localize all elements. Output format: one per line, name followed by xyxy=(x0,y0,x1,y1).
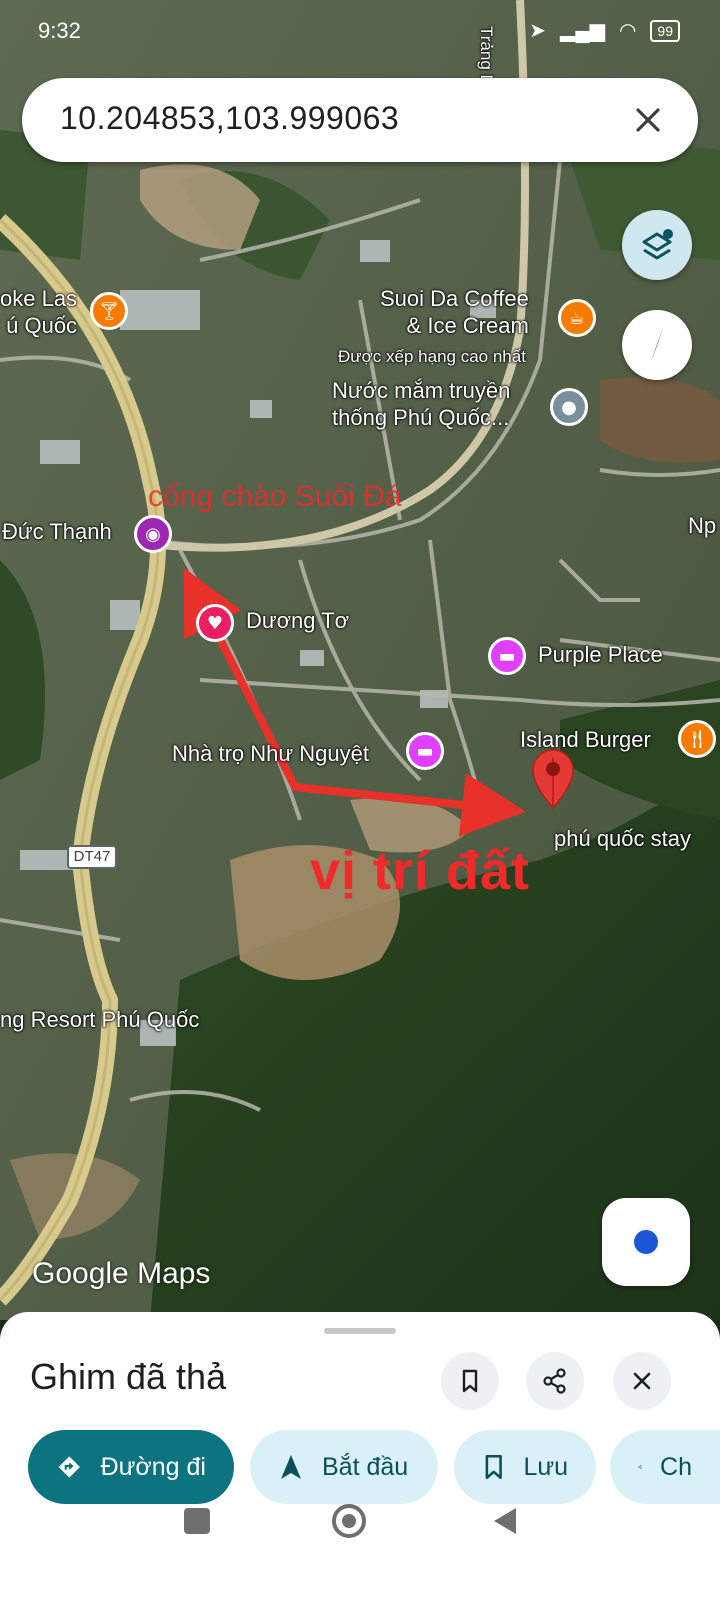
poi-rating-badge: Được xếp hạng cao nhất xyxy=(338,347,526,366)
bed-icon[interactable]: ▬ xyxy=(488,637,526,675)
close-icon xyxy=(633,1372,651,1390)
cocktail-icon[interactable]: 🍸︎ xyxy=(90,292,128,330)
share-label: Ch xyxy=(660,1452,692,1481)
annotation-gate-label: cổng chào Suối Đá xyxy=(148,480,402,513)
my-location-button[interactable] xyxy=(602,1198,690,1286)
poi-phu-quoc-stay-label[interactable]: phú quốc stay xyxy=(554,825,691,852)
directions-icon xyxy=(58,1456,80,1478)
place-icon[interactable]: ● xyxy=(550,388,588,426)
heart-icon[interactable]: ♥ xyxy=(196,604,234,642)
share-round-button[interactable] xyxy=(526,1352,584,1410)
bed-icon[interactable]: ▬ xyxy=(406,732,444,770)
save-button[interactable]: Lưu xyxy=(454,1430,596,1504)
layers-button[interactable] xyxy=(622,210,692,280)
home-circle-icon xyxy=(332,1504,366,1538)
poi-island-burger-label[interactable]: Island Burger xyxy=(520,726,651,753)
back-triangle-icon xyxy=(494,1508,516,1534)
directions-button[interactable]: Đường đi xyxy=(28,1430,234,1504)
square-icon xyxy=(184,1508,210,1534)
annotation-land-label: vị trí đất xyxy=(310,841,531,901)
navigation-icon xyxy=(281,1455,301,1479)
search-query[interactable]: 10.204853,103.999063 xyxy=(60,100,399,137)
bookmark-icon xyxy=(485,1454,502,1480)
save-label: Lưu xyxy=(523,1452,568,1481)
poi-nha-tro-label[interactable]: Nhà trọ Như Nguyệt xyxy=(172,740,369,767)
share-icon xyxy=(543,1368,566,1394)
location-arrow-icon: ➤ xyxy=(529,20,547,42)
search-bar[interactable]: 10.204853,103.999063 xyxy=(22,78,698,162)
poi-nuoc-mam-label[interactable]: Nước mắm truyền thống Phú Quốc... xyxy=(332,377,510,431)
restaurant-icon[interactable]: 🍴︎ xyxy=(678,720,716,758)
share-icon xyxy=(638,1465,642,1469)
poi-suoi-da-coffee-label[interactable]: Suoi Da Coffee & Ice Cream xyxy=(380,285,529,339)
wifi-icon: ◠ xyxy=(618,20,637,42)
close-icon[interactable] xyxy=(628,100,668,140)
poi-np-label[interactable]: Np xyxy=(688,512,716,539)
camera-icon[interactable]: ◉ xyxy=(134,515,172,553)
compass-icon xyxy=(651,328,663,362)
place-sheet: Ghim đã thả Đường đi Bắt đầu Lưu Ch xyxy=(0,1312,720,1600)
sheet-title: Ghim đã thả xyxy=(30,1356,227,1397)
coffee-icon[interactable]: ☕︎ xyxy=(558,299,596,337)
home-button[interactable] xyxy=(332,1504,366,1538)
compass-button[interactable] xyxy=(622,310,692,380)
battery-indicator: 99 xyxy=(650,19,680,42)
signal-icon: ▂▄▆ xyxy=(560,20,605,42)
back-button[interactable] xyxy=(492,1506,518,1541)
status-time: 9:32 xyxy=(38,18,81,43)
poi-karaoke-label[interactable]: oke Las ú Quốc xyxy=(0,285,77,339)
recents-button[interactable] xyxy=(184,1508,210,1534)
directions-label: Đường đi xyxy=(100,1452,206,1481)
my-location-icon xyxy=(634,1230,658,1254)
google-maps-watermark: Google Maps xyxy=(32,1257,211,1290)
road-shield-dt47: DT47 xyxy=(67,845,117,869)
layers-icon xyxy=(642,229,673,260)
poi-duc-thanh-label[interactable]: Đức Thạnh xyxy=(2,518,112,545)
map-view[interactable]: DT47 Trảng Dư oke Las ú Quốc 🍸︎ Suoi Da … xyxy=(0,0,720,1320)
share-button[interactable]: Ch xyxy=(610,1430,720,1504)
start-button[interactable]: Bắt đầu xyxy=(250,1430,438,1504)
status-icons: ➤ ▂▄▆ ◠ 99 xyxy=(529,18,680,43)
drag-handle[interactable] xyxy=(324,1328,396,1334)
poi-purple-place-label[interactable]: Purple Place xyxy=(538,641,663,668)
bookmark-icon xyxy=(462,1369,478,1393)
poi-resort-label[interactable]: ng Resort Phú Quốc xyxy=(0,1006,199,1033)
start-label: Bắt đầu xyxy=(322,1452,409,1481)
poi-duong-to-label[interactable]: Dương Tơ xyxy=(246,607,349,634)
save-round-button[interactable] xyxy=(441,1352,499,1410)
status-bar: 9:32 ➤ ▂▄▆ ◠ 99 xyxy=(0,0,720,64)
close-sheet-button[interactable] xyxy=(613,1352,671,1410)
